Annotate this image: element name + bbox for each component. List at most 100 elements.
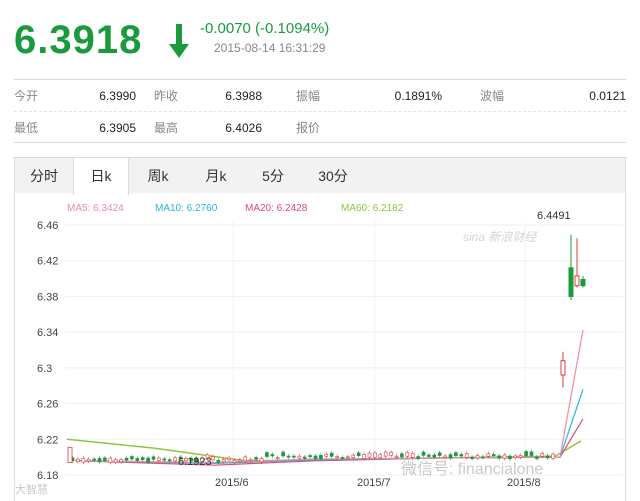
ma5-line — [74, 329, 584, 464]
candle — [443, 455, 447, 458]
candle — [470, 456, 474, 459]
candle — [67, 446, 73, 463]
candle — [491, 454, 496, 457]
prev-close-value: 6.3988 — [225, 89, 262, 103]
candle — [157, 457, 161, 461]
candle — [529, 451, 534, 456]
candle — [162, 458, 167, 461]
quote-table: 今开 6.3990 昨收 6.3988 振幅 0.1891% 波幅 0.0121… — [14, 79, 626, 143]
tab-weekly-k[interactable]: 周k — [129, 158, 187, 194]
candle — [475, 455, 480, 459]
candle — [459, 454, 464, 457]
ma60-legend: MA60: 6.2182 — [341, 203, 404, 214]
candle — [580, 278, 586, 287]
candle — [346, 456, 350, 459]
high-value: 6.4026 — [225, 121, 262, 135]
candle — [173, 457, 177, 462]
candle — [308, 455, 312, 457]
candle — [92, 458, 96, 461]
y-tick-label: 6.38 — [37, 291, 58, 303]
candle — [319, 455, 323, 460]
candle — [524, 451, 528, 457]
quote-label: 报价 — [296, 121, 321, 135]
candle — [448, 454, 453, 459]
candle — [324, 453, 329, 457]
candle — [421, 451, 426, 456]
candle — [329, 452, 334, 457]
tab-daily-k[interactable]: 日k — [73, 158, 129, 195]
candle — [367, 452, 372, 458]
candle — [508, 455, 512, 460]
candle — [281, 451, 285, 457]
candle — [497, 455, 501, 459]
candle — [227, 457, 231, 461]
candle — [405, 452, 410, 457]
candle — [502, 454, 507, 459]
y-tick-label: 6.3 — [37, 363, 52, 375]
x-tick-label: 2015/7 — [357, 477, 391, 489]
candle — [394, 455, 399, 458]
candle — [513, 455, 518, 458]
candle — [297, 455, 302, 459]
candle — [481, 456, 485, 459]
candle — [292, 455, 296, 458]
candle — [313, 455, 318, 459]
candle — [124, 457, 129, 461]
current-price: 6.3918 — [14, 18, 143, 62]
candle — [335, 456, 339, 458]
tab-30min[interactable]: 30分 — [301, 158, 365, 194]
candle — [427, 454, 431, 457]
candle — [545, 455, 550, 459]
candle — [135, 458, 140, 461]
candle — [373, 452, 377, 458]
price-change: -0.0070 (-0.1094%) — [200, 20, 330, 37]
ma10-legend: MA10: 6.2760 — [155, 203, 218, 214]
tab-5min[interactable]: 5分 — [245, 158, 301, 194]
candle — [378, 454, 383, 458]
candle — [254, 457, 258, 460]
x-tick-label: 2015/8 — [507, 477, 541, 489]
dzh-watermark: 大智慧 — [15, 482, 48, 496]
kline-chart-svg: MA5: 6.3424 MA10: 6.2760 MA20: 6.2428 MA… — [15, 203, 623, 496]
sina-watermark: sina 新浪财经 — [463, 230, 538, 244]
candle — [211, 456, 215, 461]
ma5-legend: MA5: 6.3424 — [67, 203, 124, 214]
ma20-legend: MA20: 6.2428 — [245, 203, 308, 214]
ma10-line — [74, 389, 584, 464]
candle — [410, 452, 415, 458]
open-label: 今开 — [14, 89, 39, 103]
min-marker-label: 6.1923 — [178, 456, 212, 468]
y-tick-label: 6.26 — [37, 399, 58, 411]
candle — [437, 452, 442, 456]
candle — [560, 360, 566, 376]
candle — [243, 456, 248, 462]
candle — [151, 456, 156, 460]
candle — [108, 457, 113, 463]
candle — [340, 457, 345, 459]
candle — [97, 458, 102, 462]
range-value: 0.0121 — [589, 89, 626, 103]
tab-monthly-k[interactable]: 月k — [187, 158, 245, 194]
candle — [270, 454, 275, 457]
high-label: 最高 — [154, 121, 179, 135]
low-value: 6.3905 — [99, 121, 136, 135]
candle — [574, 275, 580, 287]
candle — [81, 457, 86, 463]
wechat-watermark: 微信号: financialone — [401, 460, 543, 478]
candle — [400, 453, 404, 458]
max-marker-label: 6.4491 — [537, 210, 571, 222]
candle — [432, 454, 437, 458]
y-tick-label: 6.42 — [37, 256, 58, 268]
candle — [464, 453, 469, 458]
tab-intraday[interactable]: 分时 — [15, 158, 73, 194]
y-tick-label: 6.34 — [37, 327, 58, 339]
amplitude-label: 振幅 — [296, 89, 321, 103]
candle — [140, 457, 145, 461]
candle — [302, 456, 307, 459]
kline-chart: MA5: 6.3424 MA10: 6.2760 MA20: 6.2428 MA… — [14, 193, 626, 501]
open-value: 6.3990 — [99, 89, 136, 103]
down-arrow-icon — [169, 24, 189, 58]
candle — [86, 458, 91, 462]
candle — [356, 452, 361, 456]
candle — [221, 459, 226, 463]
